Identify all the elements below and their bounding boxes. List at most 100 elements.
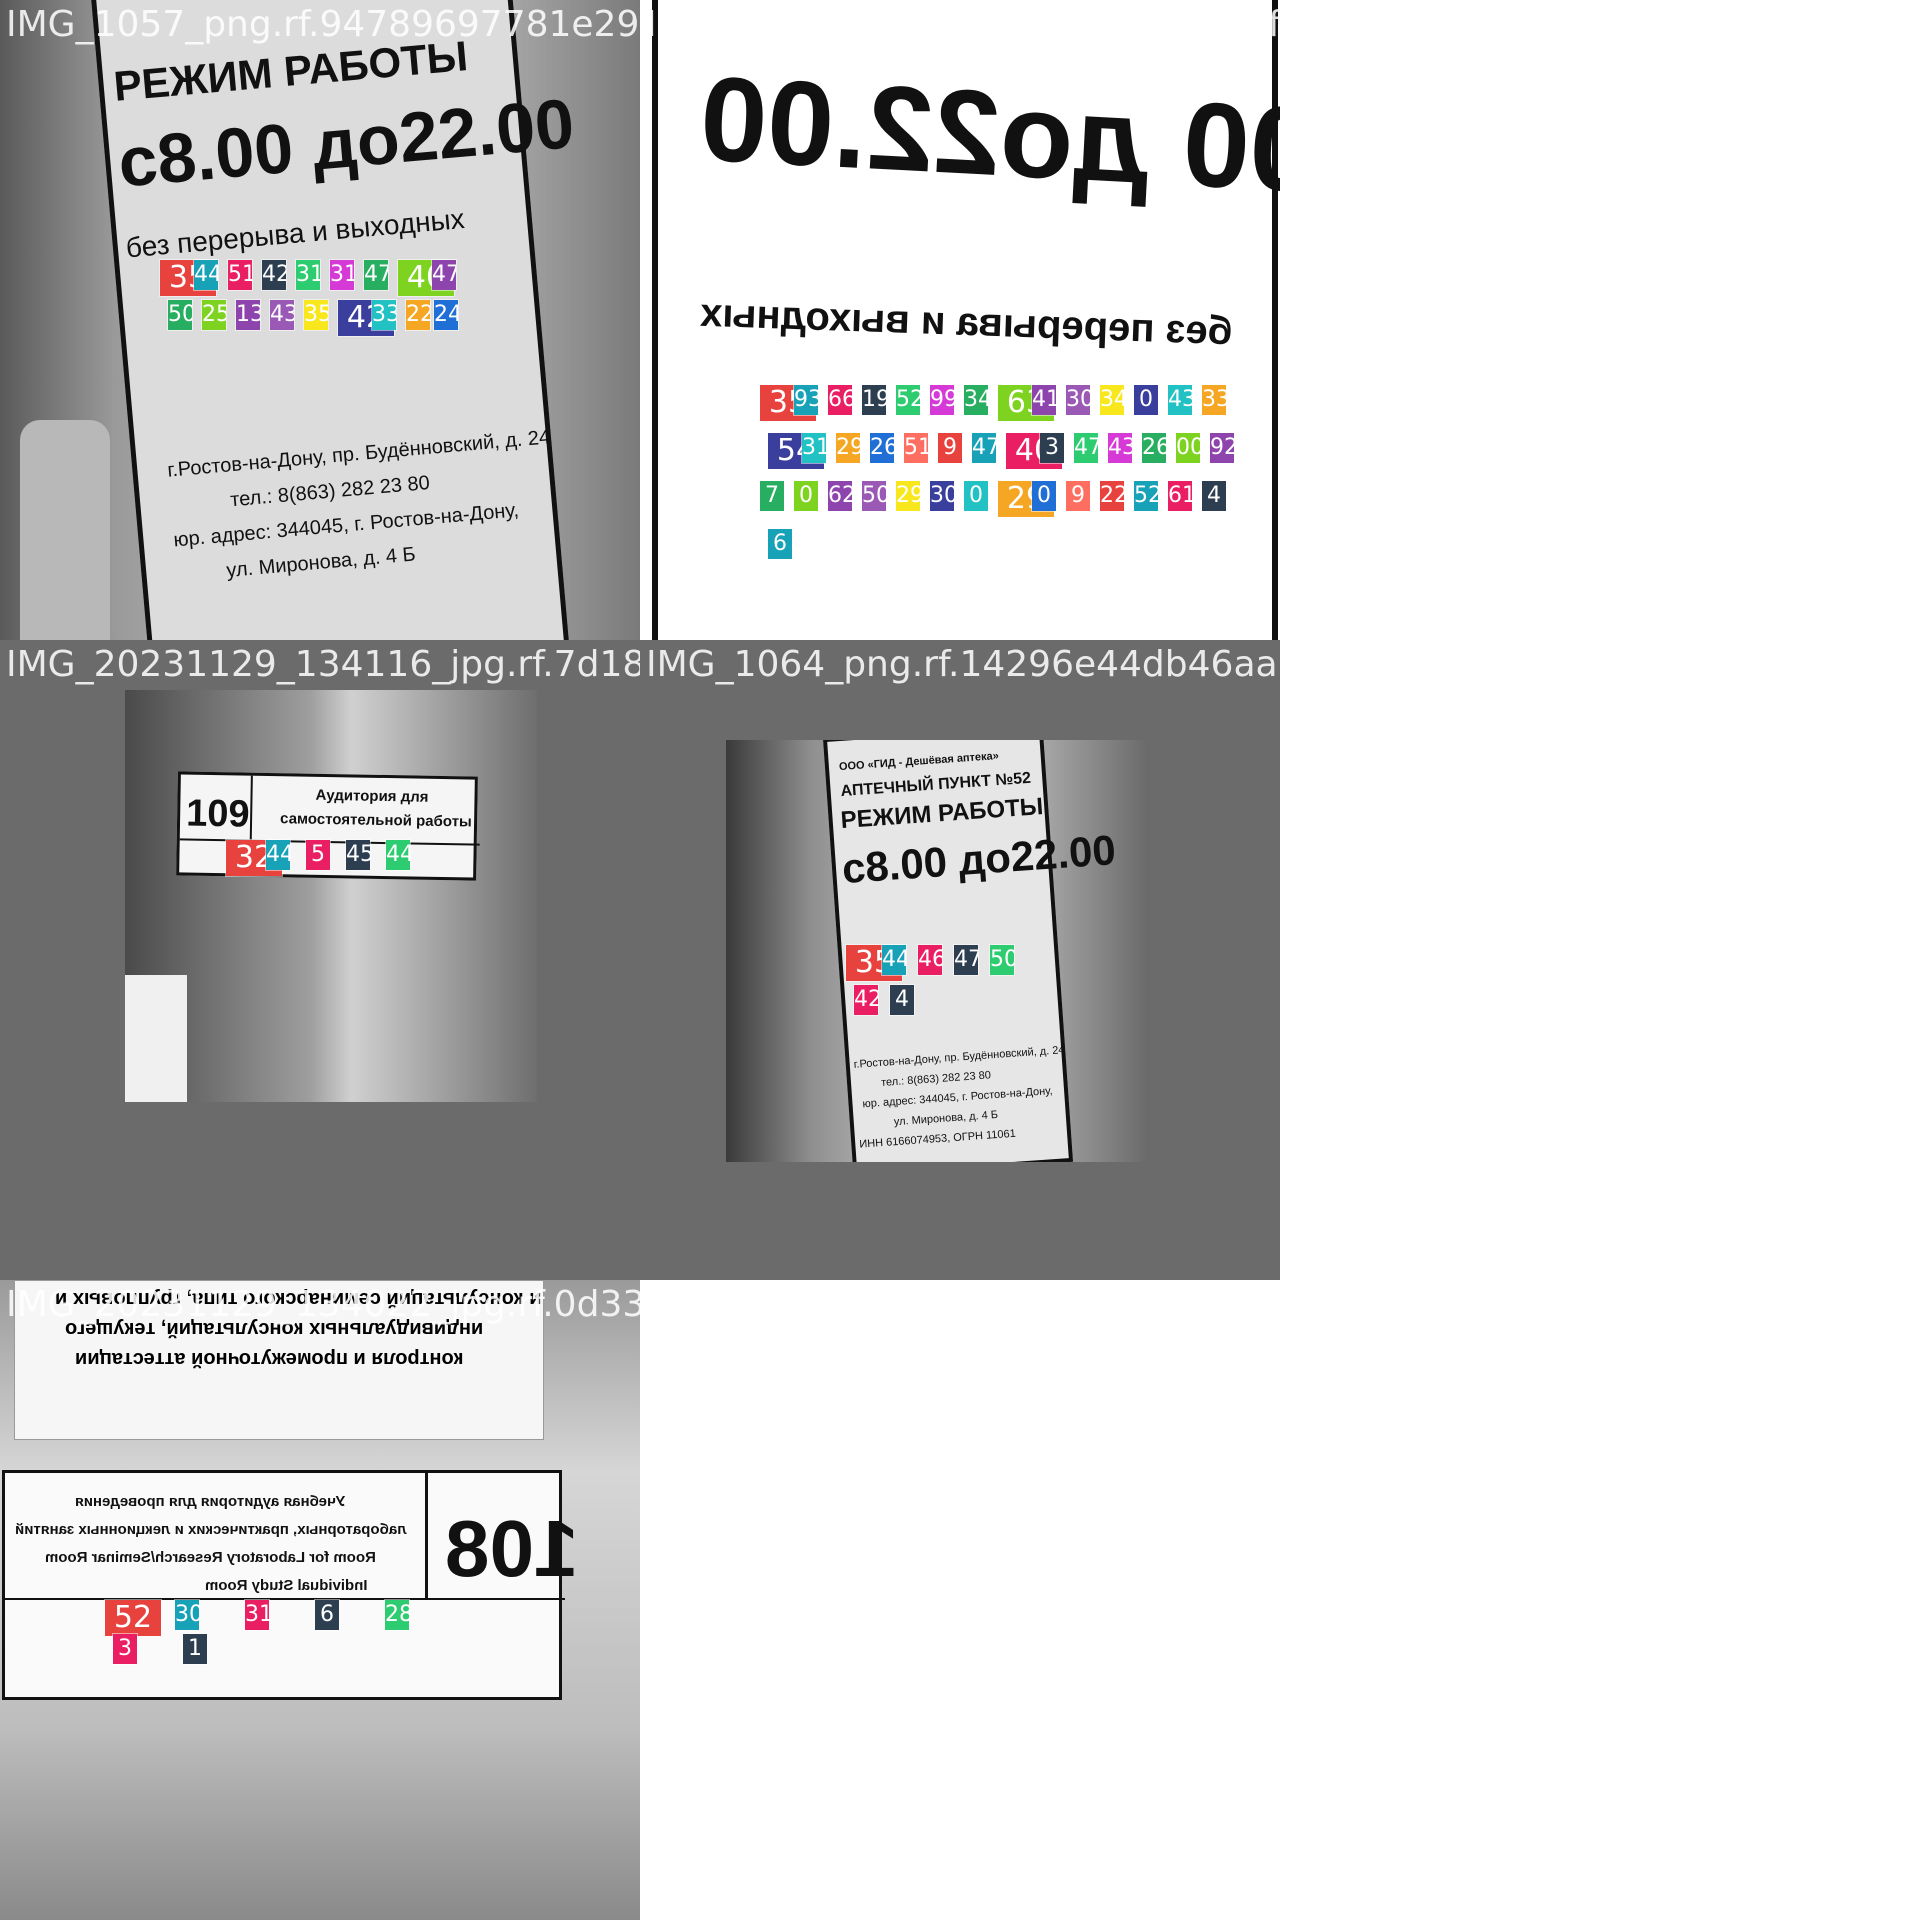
detection-label: 51 bbox=[228, 260, 252, 290]
detection-label: 4 bbox=[890, 985, 914, 1015]
detection-label: 34 bbox=[964, 385, 988, 415]
label-cluster: 52 30 31 6 28 3 1 bbox=[105, 1600, 485, 1710]
detection-label: 50 bbox=[168, 300, 192, 330]
photo-room-109: 109 Аудитория для самостоятельной работы bbox=[125, 690, 537, 1102]
detection-label: 00 bbox=[1176, 433, 1200, 463]
detection-label: 45 bbox=[346, 840, 370, 870]
detection-label: 26 bbox=[870, 433, 894, 463]
label-cluster: 35 44 51 42 31 31 47 40 47 50 25 13 43 35 42 33 22 24 bbox=[160, 260, 490, 450]
detection-label: 50 bbox=[990, 945, 1014, 975]
detection-label: 99 bbox=[930, 385, 954, 415]
detection-label: 4 bbox=[1202, 481, 1226, 511]
label-cluster: 35 44 46 47 50 42 4 bbox=[846, 945, 1046, 1045]
room-108-number: 108 bbox=[445, 1504, 579, 1593]
tile-4[interactable]: ООО «ГИД - Дешёвая аптека» АПТЕЧНЫЙ ПУНК… bbox=[640, 640, 1280, 1280]
detection-label: 52 bbox=[896, 385, 920, 415]
sign-hours: с8.00 до22.00 bbox=[840, 826, 1118, 893]
empty-area-bottom bbox=[640, 1280, 1280, 1920]
detection-label: 42 bbox=[854, 985, 878, 1015]
detection-label: 31 bbox=[330, 260, 354, 290]
detection-label: 22 bbox=[406, 300, 430, 330]
paper-note bbox=[125, 975, 187, 1102]
tile-3[interactable]: 109 Аудитория для самостоятельной работы… bbox=[0, 640, 640, 1280]
detection-label: 13 bbox=[236, 300, 260, 330]
sign-title: РЕЖИМ РАБОТЫ bbox=[839, 793, 1045, 835]
detection-label: 31 bbox=[296, 260, 320, 290]
detection-label: 47 bbox=[972, 433, 996, 463]
detection-label: 3 bbox=[113, 1634, 137, 1664]
detection-label: 9 bbox=[1066, 481, 1090, 511]
detection-label: 41 bbox=[1032, 385, 1056, 415]
tile-caption: IMG_1064_png.rf.14296e44db46aa5109d666e9 bbox=[646, 644, 1280, 685]
detection-label: 33 bbox=[372, 300, 396, 330]
detection-label: 19 bbox=[862, 385, 886, 415]
detection-label: 52 bbox=[105, 1600, 161, 1636]
detection-label: 34 bbox=[1100, 385, 1124, 415]
room-109-number: 109 bbox=[185, 792, 250, 836]
detection-label: 44 bbox=[194, 260, 218, 290]
detection-label: 33 bbox=[1202, 385, 1226, 415]
tile-caption: IMG_20231129_134116_jpg.rf.7d180b9f02336 bbox=[6, 644, 640, 685]
detection-label: 47 bbox=[364, 260, 388, 290]
sign-legal: юр. адрес: 344045, г. Ростов-на-Дону, bbox=[862, 1085, 1054, 1111]
stone-pillar bbox=[20, 420, 110, 640]
divider bbox=[249, 775, 253, 840]
sign-company: ООО «ГИД - Дешёвая аптека» bbox=[838, 749, 1000, 774]
detection-label: 43 bbox=[1108, 433, 1132, 463]
detection-label: 0 bbox=[794, 481, 818, 511]
room-108-line4: Individual Study Room bbox=[205, 1577, 368, 1594]
detection-label: 30 bbox=[930, 481, 954, 511]
tile-caption: IMG_1057_png.rf.94789697781e2934b7cade53 bbox=[6, 4, 640, 45]
tile-5[interactable]: и консультаций семинарского типа, группо… bbox=[0, 1280, 640, 1920]
detection-label: 31 bbox=[802, 433, 826, 463]
detection-label: 62 bbox=[828, 481, 852, 511]
detection-label: 30 bbox=[175, 1600, 199, 1630]
detection-label: 0 bbox=[1134, 385, 1158, 415]
tile-2[interactable]: с8.00 до22.00 без перерыва и выходных IM… bbox=[640, 0, 1280, 640]
detection-label: 44 bbox=[386, 840, 410, 870]
detection-label: 35 bbox=[304, 300, 328, 330]
sign-inn: ИНН 6166074953, ОГРН 11061 bbox=[858, 1127, 1017, 1151]
detection-label: 5 bbox=[306, 840, 330, 870]
detection-label: 29 bbox=[836, 433, 860, 463]
detection-label: 93 bbox=[794, 385, 818, 415]
detection-label: 92 bbox=[1210, 433, 1234, 463]
room-108-line2: лабораторных, практических и лекционных … bbox=[15, 1521, 407, 1538]
sign-address: г.Ростов-на-Дону, пр. Будённовский, д. 2… bbox=[853, 1044, 1065, 1071]
detection-label: 6 bbox=[768, 529, 792, 559]
detection-label: 50 bbox=[862, 481, 886, 511]
sign-legal: юр. адрес: 344045, г. Ростов-на-Дону, bbox=[172, 499, 520, 552]
room-109-line2: самостоятельной работы bbox=[279, 810, 472, 831]
detection-label: 31 bbox=[245, 1600, 269, 1630]
detection-label: 6 bbox=[315, 1600, 339, 1630]
detection-label: 7 bbox=[760, 481, 784, 511]
detection-label: 43 bbox=[1168, 385, 1192, 415]
label-cluster: 32 44 5 45 44 bbox=[226, 840, 476, 890]
detection-label: 44 bbox=[882, 945, 906, 975]
detection-label: 30 bbox=[1066, 385, 1090, 415]
detection-label: 26 bbox=[1142, 433, 1166, 463]
detection-label: 0 bbox=[1032, 481, 1056, 511]
sign-street: ул. Миронова, д. 4 Б bbox=[893, 1108, 999, 1129]
detection-label: 47 bbox=[1074, 433, 1098, 463]
detection-label: 0 bbox=[964, 481, 988, 511]
detection-label: 9 bbox=[938, 433, 962, 463]
detection-label: 25 bbox=[202, 300, 226, 330]
tile-1[interactable]: РЕЖИМ РАБОТЫ с8.00 до22.00 без перерыва … bbox=[0, 0, 640, 640]
detection-label: 28 bbox=[385, 1600, 409, 1630]
detection-label: 61 bbox=[1168, 481, 1192, 511]
tile-caption: IMG_1058_png.rf.2dfa5326e09806f5c0f8bc6 bbox=[646, 4, 1280, 45]
sign-no-break-mirrored: без перерыва и выходных bbox=[699, 290, 1234, 354]
detection-label: 44 bbox=[266, 840, 290, 870]
detection-label: 43 bbox=[270, 300, 294, 330]
empty-area-right bbox=[1280, 0, 1920, 1920]
sign-no-break: без перерыва и выходных bbox=[124, 202, 466, 264]
label-cluster: 35 93 66 19 52 99 34 63 41 30 34 0 43 33 54 31 29 26 51 9 47… bbox=[760, 385, 1280, 615]
sign-phone: тел.: 8(863) 282 23 80 bbox=[880, 1069, 992, 1089]
notice-line-3: контроля и промежуточной аттестации bbox=[75, 1348, 464, 1370]
room-108-line1: Учебная аудитория для проведения bbox=[75, 1493, 346, 1510]
tile-caption: IMG_20231129_134022_jpg.rf.0d33487636469 bbox=[6, 1284, 640, 1325]
detection-label: 47 bbox=[954, 945, 978, 975]
room-108-line3: Room for Laboratory Research/Seminar Roo… bbox=[45, 1549, 376, 1566]
detection-label: 51 bbox=[904, 433, 928, 463]
